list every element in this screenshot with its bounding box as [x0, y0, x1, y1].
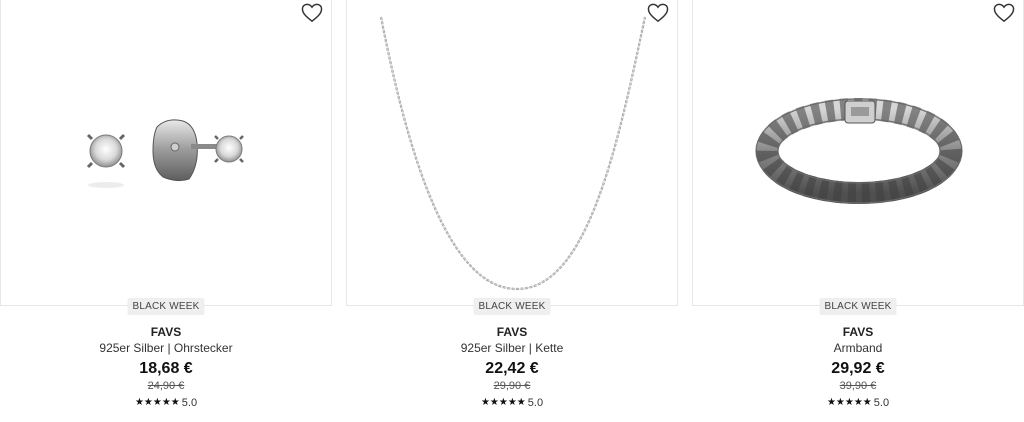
product-brand[interactable]: FAVS: [692, 324, 1024, 340]
necklace-image: [379, 16, 647, 291]
product-rating: ★★★★★ 5.0: [346, 396, 678, 410]
product-old-price: 24,90 €: [147, 380, 185, 392]
product-brand[interactable]: FAVS: [0, 324, 332, 340]
promo-badge: BLACK WEEK: [819, 298, 897, 315]
promo-badge: BLACK WEEK: [127, 298, 205, 315]
wishlist-heart-icon[interactable]: [647, 3, 669, 23]
product-info: FAVS Armband 29,92 € 39,90 € ★★★★★ 5.0: [692, 324, 1024, 410]
promo-badge: BLACK WEEK: [473, 298, 551, 315]
rating-value: 5.0: [873, 397, 890, 409]
product-old-price: 39,90 €: [839, 380, 877, 392]
product-rating: ★★★★★ 5.0: [0, 396, 332, 410]
product-name[interactable]: Armband: [692, 340, 1024, 356]
product-rating: ★★★★★ 5.0: [692, 396, 1024, 410]
wishlist-heart-icon[interactable]: [993, 3, 1015, 23]
product-card[interactable]: BLACK WEEK FAVS 925er Silber | Kette 22,…: [346, 0, 678, 422]
product-name[interactable]: 925er Silber | Ohrstecker: [0, 340, 332, 356]
stud-earrings-image: [86, 119, 244, 188]
rating-value: 5.0: [181, 397, 198, 409]
product-card[interactable]: BLACK WEEK FAVS 925er Silber | Ohrstecke…: [0, 0, 332, 422]
product-brand[interactable]: FAVS: [346, 324, 678, 340]
rating-value: 5.0: [527, 397, 544, 409]
product-info: FAVS 925er Silber | Ohrstecker 18,68 € 2…: [0, 324, 332, 410]
product-image-box[interactable]: [692, 0, 1024, 306]
product-info: FAVS 925er Silber | Kette 22,42 € 29,90 …: [346, 324, 678, 410]
product-image-box[interactable]: [346, 0, 678, 306]
rating-stars-icon: ★★★★★: [826, 397, 872, 408]
product-grid: BLACK WEEK FAVS 925er Silber | Ohrstecke…: [0, 0, 1024, 422]
product-card[interactable]: BLACK WEEK FAVS Armband 29,92 € 39,90 € …: [692, 0, 1024, 422]
product-price: 29,92 €: [831, 360, 885, 377]
product-price: 22,42 €: [485, 360, 539, 377]
rating-stars-icon: ★★★★★: [134, 397, 180, 408]
bracelet-image: [755, 98, 963, 204]
product-image-box[interactable]: [0, 0, 332, 306]
rating-stars-icon: ★★★★★: [480, 397, 526, 408]
product-old-price: 29,90 €: [493, 380, 531, 392]
product-price: 18,68 €: [139, 360, 193, 377]
wishlist-heart-icon[interactable]: [301, 3, 323, 23]
product-name[interactable]: 925er Silber | Kette: [346, 340, 678, 356]
